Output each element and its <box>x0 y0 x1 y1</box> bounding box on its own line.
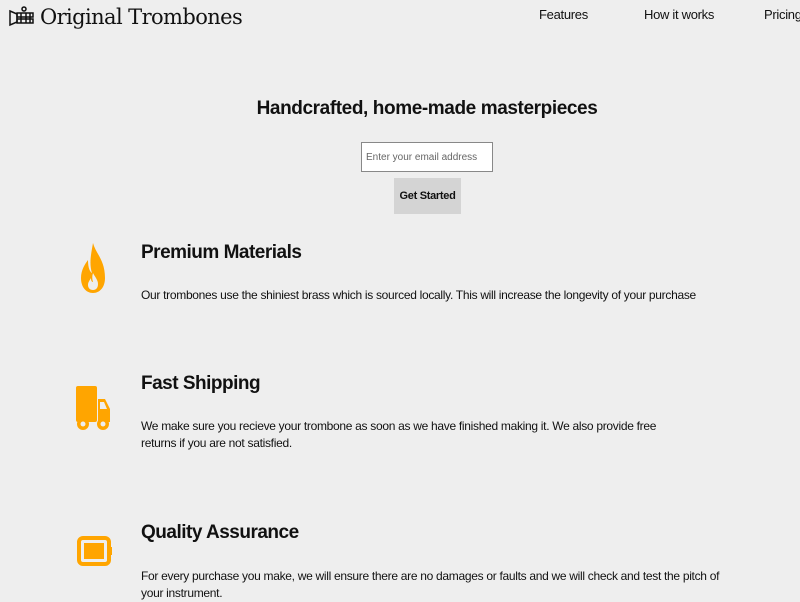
site-header: Original Trombones Features How it works… <box>0 0 800 34</box>
get-started-button[interactable]: Get Started <box>394 178 461 214</box>
battery-icon <box>77 536 112 566</box>
nav-link-features[interactable]: Features <box>539 7 588 22</box>
feature-description-quality-assurance: For every purchase you make, we will ens… <box>141 569 720 600</box>
feature-title-premium-materials: Premium Materials <box>141 242 302 263</box>
brand-name: Original Trombones <box>40 5 243 29</box>
feature-title-quality-assurance: Quality Assurance <box>141 522 299 543</box>
feature-description-fast-shipping: We make sure you recieve your trombone a… <box>141 419 657 450</box>
brand-logo[interactable]: Original Trombones <box>8 2 243 32</box>
nav-link-pricing[interactable]: Pricing <box>764 7 800 22</box>
truck-icon <box>76 386 110 430</box>
hero-title: Handcrafted, home-made masterpieces <box>256 98 598 119</box>
nav-link-how-it-works[interactable]: How it works <box>644 7 714 22</box>
feature-description-premium-materials: Our trombones use the shiniest brass whi… <box>141 288 696 302</box>
email-input[interactable] <box>361 142 493 172</box>
feature-title-fast-shipping: Fast Shipping <box>141 373 261 394</box>
trombone-icon <box>9 6 34 27</box>
fire-icon <box>81 243 105 293</box>
